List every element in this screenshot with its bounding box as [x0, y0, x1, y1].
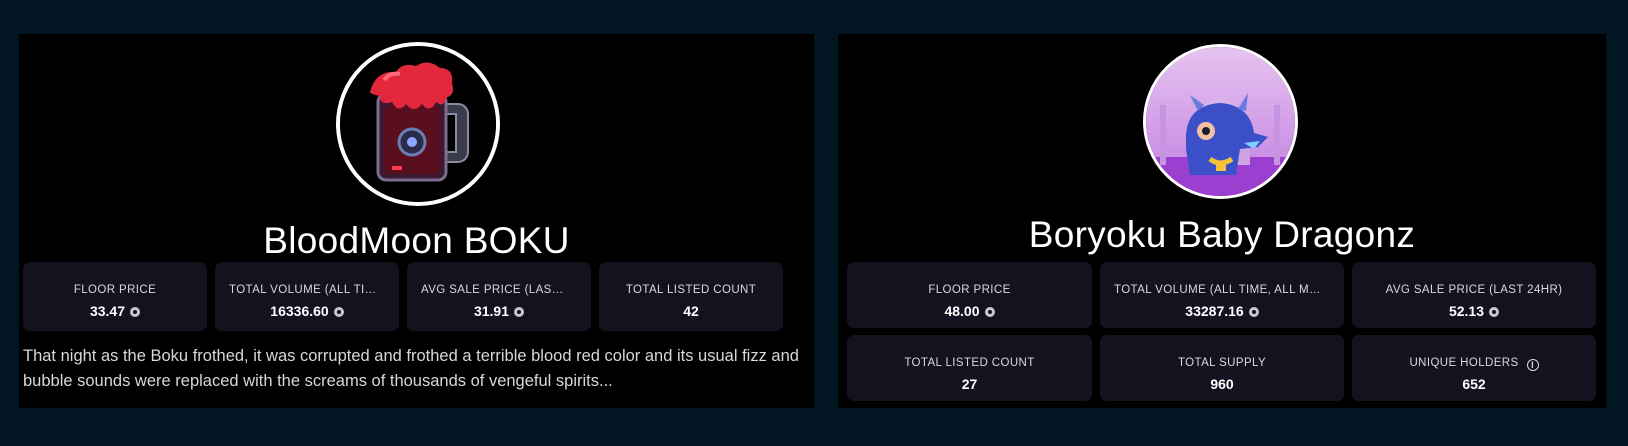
stat-label: AVG SALE PRICE (LAST 24HR)	[421, 284, 569, 296]
stat-value: 52.13	[1448, 303, 1485, 319]
collection-avatar[interactable]	[336, 42, 500, 206]
collection-title: Boryoku Baby Dragonz	[1028, 214, 1416, 255]
blood-red-tankard-icon	[340, 46, 496, 202]
stat-value: 48.00	[944, 303, 980, 319]
info-icon[interactable]: i	[1526, 359, 1539, 371]
stat-card-avg-sale-price: AVG SALE PRICE (LAST 24HR) 52.13	[1352, 262, 1596, 328]
stat-label: TOTAL VOLUME (ALL TIME, ALL MARKETPLACES…	[1114, 284, 1322, 296]
stat-label: AVG SALE PRICE (LAST 24HR)	[1385, 284, 1563, 296]
stat-value: 960	[1210, 376, 1234, 392]
stat-card-total-volume: TOTAL VOLUME (ALL TIME, ALL MARKETPLACES…	[1100, 262, 1344, 328]
stat-card-avg-sale-price: AVG SALE PRICE (LAST 24HR) 31.91	[407, 262, 591, 331]
coin-icon	[1489, 307, 1500, 317]
stat-card-unique-holders: UNIQUE HOLDERS i 652	[1352, 335, 1596, 401]
stat-value: 42	[683, 303, 699, 319]
coin-icon	[984, 307, 995, 317]
stat-card-total-listed-count: TOTAL LISTED COUNT 27	[847, 335, 1092, 401]
collection-avatar[interactable]	[1143, 44, 1298, 199]
stat-value: 16336.60	[270, 303, 329, 319]
collection-title: BloodMoon BOKU	[263, 220, 570, 261]
stat-label: TOTAL LISTED COUNT	[904, 357, 1035, 369]
coin-icon	[514, 307, 525, 317]
stat-value: 33287.16	[1185, 303, 1244, 319]
stat-label: FLOOR PRICE	[73, 284, 157, 296]
stat-value: 27	[961, 376, 978, 392]
stat-card-total-volume: TOTAL VOLUME (ALL TIME, ALL MARKETPLACES…	[215, 262, 399, 331]
collection-panel-bloodmoon-boku: BloodMoon BOKU FLOOR PRICE 33.47 TOTAL V…	[19, 34, 814, 408]
stat-label: UNIQUE HOLDERS	[1409, 357, 1519, 369]
stat-label: TOTAL SUPPLY	[1177, 357, 1267, 369]
coin-icon	[1248, 307, 1259, 317]
stat-value: 652	[1462, 376, 1486, 392]
collection-description: That night as the Boku frothed, it was c…	[23, 347, 799, 390]
stat-value: 31.91	[473, 303, 510, 319]
stat-card-total-listed-count: TOTAL LISTED COUNT 42	[599, 262, 783, 331]
stat-label: TOTAL VOLUME (ALL TIME, ALL MARKETPLACES…	[229, 284, 377, 296]
stat-card-floor-price: FLOOR PRICE 33.47	[23, 262, 207, 331]
stat-label: TOTAL LISTED COUNT	[625, 284, 757, 296]
stat-card-floor-price: FLOOR PRICE 48.00	[847, 262, 1092, 328]
coin-icon	[130, 307, 141, 317]
stat-label: FLOOR PRICE	[928, 284, 1011, 296]
stat-value: 33.47	[89, 303, 126, 319]
blue-dragon-icon	[1146, 47, 1295, 196]
coin-icon	[333, 307, 344, 317]
stat-card-total-supply: TOTAL SUPPLY 960	[1100, 335, 1344, 401]
